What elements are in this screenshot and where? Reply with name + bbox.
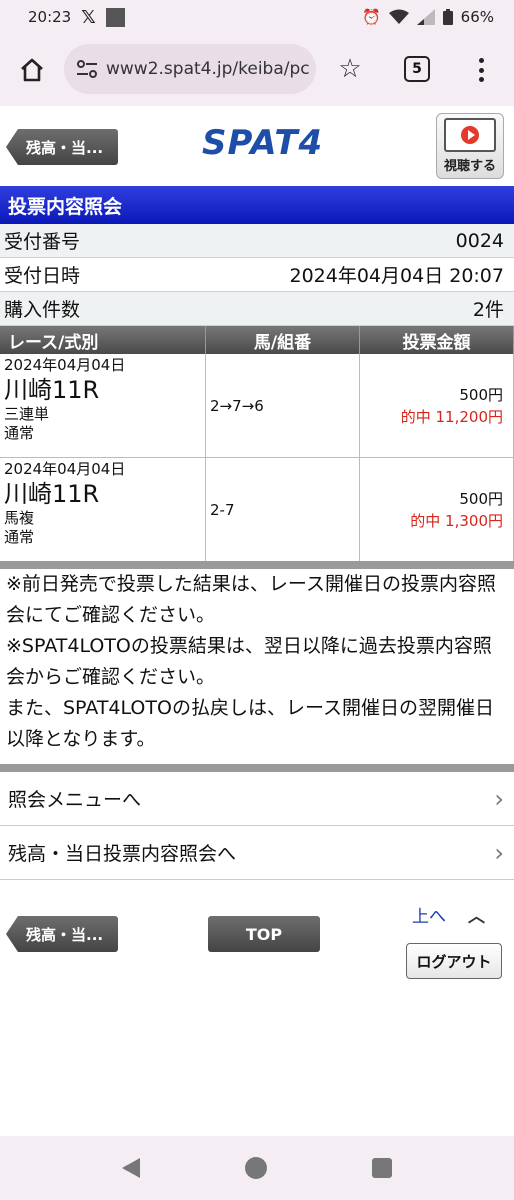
home-circle-icon[interactable] — [244, 1157, 267, 1179]
tab-switcher-button[interactable]: 5 — [404, 56, 430, 82]
signal-icon — [416, 9, 435, 25]
purchase-count-row: 購入件数 2件 — [0, 292, 514, 326]
watch-label: 視聴する — [443, 159, 496, 174]
receipt-number-label: 受付番号 — [4, 231, 81, 253]
purchase-count-label: 購入件数 — [4, 299, 81, 321]
race-venue: 川崎11R — [4, 480, 100, 508]
chevron-right-icon: › — [494, 784, 504, 813]
status-icons: ⏰ 66% — [362, 8, 494, 26]
race-venue: 川崎11R — [4, 376, 100, 404]
home-button[interactable] — [12, 50, 52, 90]
up-label: 上へ — [412, 907, 446, 927]
address-bar[interactable]: www2.spat4.jp/keiba/pc — [64, 44, 316, 94]
system-nav-bar — [0, 1136, 514, 1200]
receipt-datetime-row: 受付日時 2024年04月04日 20:07 — [0, 258, 514, 292]
note-loto-payout: また、SPAT4LOTOの払戻しは、レース開催日の翌開催日以降となります。 — [6, 697, 494, 750]
bet-mode: 通常 — [4, 424, 35, 442]
inquiry-menu-link[interactable]: 照会メニューへ › — [0, 772, 514, 826]
recent-apps-icon[interactable] — [371, 1158, 392, 1178]
header-race-type: レース/式別 — [0, 326, 206, 354]
receipt-datetime-value: 2024年04月04日 20:07 — [289, 265, 504, 287]
chevron-up-icon: ︿ — [468, 907, 485, 927]
receipt-number-row: 受付番号 0024 — [0, 224, 514, 258]
combo-cell: 2→7→6 — [206, 354, 360, 457]
scroll-up-link[interactable]: 上へ ︿ — [412, 902, 485, 927]
balance-inquiry-link[interactable]: 残高・当日投票内容照会へ › — [0, 826, 514, 880]
header-horse-combo: 馬/組番 — [206, 326, 360, 354]
bet-amount: 500円 — [459, 385, 503, 404]
status-bar: 20:23 𝕏 ⏰ 66% — [0, 0, 514, 34]
bet-mode: 通常 — [4, 528, 35, 546]
combo-cell: 2-7 — [206, 458, 360, 561]
race-date: 2024年04月04日 — [4, 460, 126, 478]
more-menu-button[interactable] — [468, 52, 494, 88]
table-row: 2024年04月04日 川崎11R 三連単 通常 2→7→6 500円 的中 1… — [0, 354, 514, 458]
x-app-icon: 𝕏 — [81, 6, 96, 28]
back-icon[interactable] — [122, 1158, 141, 1178]
balance-inquiry-label: 残高・当日投票内容照会へ — [8, 843, 237, 865]
receipt-datetime-label: 受付日時 — [4, 265, 81, 287]
site-settings-icon — [77, 60, 97, 78]
receipt-number-value: 0024 — [455, 229, 504, 252]
battery-icon — [442, 9, 453, 25]
bet-type: 馬複 — [4, 509, 35, 527]
bet-type: 三連単 — [4, 405, 50, 423]
notification-icon — [105, 7, 125, 27]
table-row: 2024年04月04日 川崎11R 馬複 通常 2-7 500円 的中 1,30… — [0, 458, 514, 562]
bookmark-button[interactable]: ☆ — [334, 51, 366, 87]
amount-cell: 500円 的中 11,200円 — [360, 354, 514, 457]
film-icon — [444, 118, 496, 152]
inquiry-menu-label: 照会メニューへ — [8, 789, 142, 811]
race-cell: 2024年04月04日 川崎11R 馬複 通常 — [0, 458, 206, 561]
bets-table-header: レース/式別 馬/組番 投票金額 — [0, 326, 514, 354]
race-cell: 2024年04月04日 川崎11R 三連単 通常 — [0, 354, 206, 457]
wifi-icon — [388, 9, 409, 24]
footer-back-button[interactable]: 残高・当... — [6, 916, 118, 952]
payout-hit: 的中 11,200円 — [400, 407, 503, 426]
page-title: 投票内容照会 — [0, 186, 514, 224]
top-button[interactable]: TOP — [208, 916, 320, 952]
bet-amount: 500円 — [459, 489, 503, 508]
alarm-icon: ⏰ — [361, 8, 381, 26]
header-amount: 投票金額 — [360, 326, 514, 354]
battery-level: 66% — [460, 8, 494, 26]
logout-button[interactable]: ログアウト — [406, 943, 502, 979]
spat4-logo[interactable]: SPAT4 — [202, 123, 323, 163]
page-header: 残高・当... SPAT4 視聴する — [0, 107, 514, 185]
back-to-balance-button[interactable]: 残高・当... — [6, 129, 118, 165]
purchase-count-value: 2件 — [472, 299, 504, 321]
star-icon: ☆ — [338, 54, 362, 84]
browser-toolbar: www2.spat4.jp/keiba/pc ☆ 5 — [0, 34, 514, 106]
notice-text: ※前日発売で投票した結果は、レース開催日の投票内容照会にてご確認ください。 ※S… — [0, 569, 514, 755]
chevron-right-icon: › — [494, 838, 504, 867]
race-date: 2024年04月04日 — [4, 356, 126, 374]
home-icon — [21, 58, 43, 82]
divider — [0, 561, 514, 569]
note-loto-results: ※SPAT4LOTOの投票結果は、翌日以降に過去投票内容照会からご確認ください。 — [6, 635, 492, 688]
note-advance-sale: ※前日発売で投票した結果は、レース開催日の投票内容照会にてご確認ください。 — [6, 573, 496, 626]
play-icon — [461, 126, 479, 144]
clock: 20:23 — [28, 8, 72, 26]
divider — [0, 764, 514, 772]
payout-hit: 的中 1,300円 — [410, 511, 503, 530]
watch-video-button[interactable]: 視聴する — [436, 113, 504, 179]
url-text: www2.spat4.jp/keiba/pc — [106, 59, 310, 79]
amount-cell: 500円 的中 1,300円 — [360, 458, 514, 561]
